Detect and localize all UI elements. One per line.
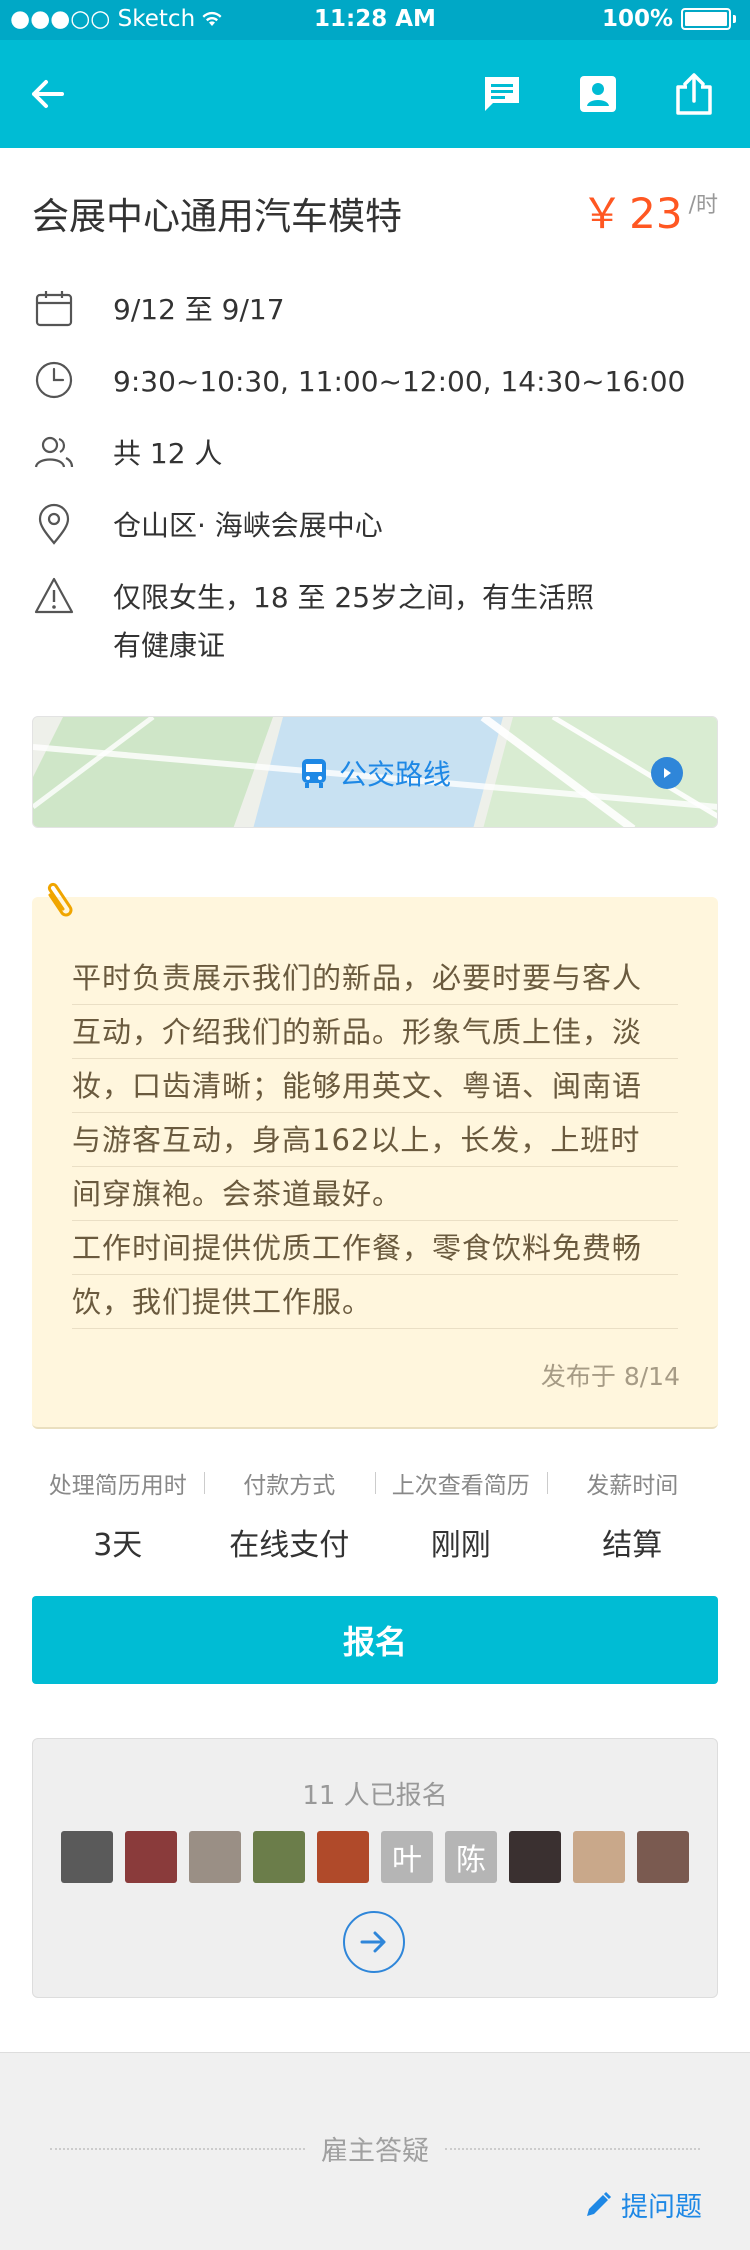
applicants-panel: 11 人已报名 叶陈 xyxy=(32,1738,718,1998)
posted-date: 发布于 8/14 xyxy=(540,1362,680,1391)
info-requirement: 仅限女生，18 至 25岁之间，有生活照 有健康证 xyxy=(32,574,718,670)
warning-icon xyxy=(32,574,76,618)
applicants-count: 11 人已报名 xyxy=(302,1781,448,1811)
price-currency: ￥ xyxy=(581,189,624,238)
clock-icon xyxy=(32,358,76,402)
share-button[interactable] xyxy=(670,70,718,118)
stat-label: 发薪时间 xyxy=(586,1473,679,1499)
stat-label: 上次查看简历 xyxy=(391,1473,530,1499)
ask-question-button[interactable]: 提问题 xyxy=(583,2185,702,2224)
stat-value: 刚刚 xyxy=(430,1528,491,1563)
info-headcount: 共 12 人 xyxy=(32,430,718,478)
play-arrow-icon xyxy=(651,757,683,789)
time-slots: 9:30~10:30, 11:00~12:00, 14:30~16:00 xyxy=(113,365,686,398)
qa-title-text: 雇主答疑 xyxy=(321,2136,429,2167)
headcount: 共 12 人 xyxy=(113,437,223,470)
applicant-avatar[interactable] xyxy=(125,1831,177,1883)
requirement-text: 仅限女生，18 至 25岁之间，有生活照 有健康证 xyxy=(113,574,594,670)
share-icon xyxy=(676,73,712,115)
people-icon xyxy=(32,430,76,474)
applicant-avatars: 叶陈 xyxy=(61,1831,689,1883)
qa-title: 雇主答疑 xyxy=(50,2129,700,2168)
bus-icon xyxy=(301,759,326,788)
requirement-line-1: 仅限女生，18 至 25岁之间，有生活照 xyxy=(113,581,595,614)
description-line: 妆，口齿清晰；能够用英文、粤语、闽南语 xyxy=(72,1059,678,1113)
price-unit: /时 xyxy=(688,193,718,218)
info-location: 仓山区· 海峡会展中心 xyxy=(32,502,718,550)
applicant-avatar[interactable] xyxy=(189,1831,241,1883)
job-description-card: 平时负责展示我们的新品，必要时要与客人 互动，介绍我们的新品。形象气质上佳，淡 … xyxy=(32,882,718,1429)
job-header: 会展中心通用汽车模特 ￥ 23 /时 xyxy=(32,186,718,242)
battery-icon xyxy=(681,8,731,30)
paperclip-icon xyxy=(47,882,73,917)
description-line: 间穿旗袍。会茶道最好。 xyxy=(72,1167,678,1221)
arrow-left-icon xyxy=(32,80,64,108)
status-battery: 100% xyxy=(602,6,736,32)
applicant-avatar[interactable] xyxy=(573,1831,625,1883)
pencil-icon xyxy=(587,2191,612,2216)
description-line: 与游客互动，身高162以上，长发，上班时 xyxy=(72,1113,678,1167)
applicant-avatar[interactable] xyxy=(253,1831,305,1883)
message-icon xyxy=(485,77,519,111)
applicant-avatar[interactable] xyxy=(61,1831,113,1883)
stat-resume-time: 处理简历用时 3天 xyxy=(32,1466,204,1563)
more-applicants-button[interactable] xyxy=(343,1911,405,1973)
stat-last-viewed: 上次查看简历 刚刚 xyxy=(375,1466,547,1563)
description-line: 饮，我们提供工作服。 xyxy=(72,1275,678,1329)
price-value: 23 xyxy=(629,189,683,238)
applicant-avatar[interactable]: 叶 xyxy=(381,1831,433,1883)
description-line: 互动，介绍我们的新品。形象气质上佳，淡 xyxy=(72,1005,678,1059)
stat-label: 付款方式 xyxy=(243,1473,336,1499)
info-time: 9:30~10:30, 11:00~12:00, 14:30~16:00 xyxy=(32,358,718,406)
applicant-avatar[interactable] xyxy=(637,1831,689,1883)
battery-percent: 100% xyxy=(601,6,673,32)
description-lines: 平时负责展示我们的新品，必要时要与客人 互动，介绍我们的新品。形象气质上佳，淡 … xyxy=(72,951,678,1329)
requirement-line-2: 有健康证 xyxy=(113,629,226,662)
signup-button[interactable]: 报名 xyxy=(32,1596,718,1684)
ask-question-label: 提问题 xyxy=(621,2192,702,2223)
arrow-right-icon xyxy=(360,1931,386,1953)
stat-value: 3天 xyxy=(93,1528,143,1563)
contact-card-icon xyxy=(580,76,616,112)
applicant-avatar[interactable] xyxy=(317,1831,369,1883)
nav-bar xyxy=(0,40,750,148)
status-bar: ●●●○○ Sketch 11:28 AM 100% xyxy=(0,0,750,40)
stat-pay-time: 发薪时间 结算 xyxy=(546,1466,719,1563)
bus-route-label: 公交路线 xyxy=(33,753,717,793)
stat-value: 在线支付 xyxy=(229,1528,350,1563)
job-price: ￥ 23 /时 xyxy=(581,180,718,241)
bus-route-button[interactable]: 公交路线 xyxy=(32,716,718,828)
description-line: 工作时间提供优质工作餐，零食饮料免费畅 xyxy=(72,1221,678,1275)
info-date: 9/12 至 9/17 xyxy=(32,286,718,334)
location: 仓山区· 海峡会展中心 xyxy=(113,509,383,542)
employer-qa-section: 雇主答疑 提问题 xyxy=(0,2052,750,2250)
job-stats: 处理简历用时 3天 付款方式 在线支付 上次查看简历 刚刚 发薪时间 结算 xyxy=(32,1466,719,1563)
contact-button[interactable] xyxy=(574,70,622,118)
stat-payment-method: 付款方式 在线支付 xyxy=(203,1466,376,1563)
stat-value: 结算 xyxy=(602,1528,663,1563)
applicant-avatar[interactable]: 陈 xyxy=(445,1831,497,1883)
description-line: 平时负责展示我们的新品，必要时要与客人 xyxy=(72,951,678,1005)
applicant-avatar[interactable] xyxy=(509,1831,561,1883)
date-range: 9/12 至 9/17 xyxy=(113,293,285,326)
bus-route-text: 公交路线 xyxy=(338,758,451,791)
location-pin-icon xyxy=(32,502,76,546)
calendar-icon xyxy=(32,286,76,330)
message-button[interactable] xyxy=(478,70,526,118)
stat-label: 处理简历用时 xyxy=(48,1473,187,1499)
back-button[interactable] xyxy=(24,70,72,118)
